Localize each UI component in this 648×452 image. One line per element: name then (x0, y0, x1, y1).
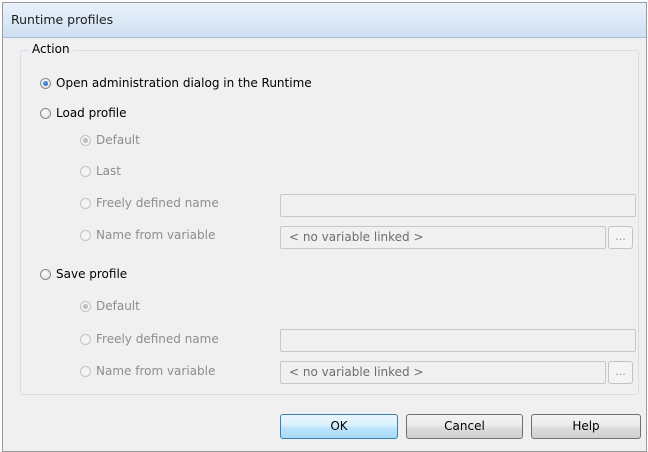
title-bar: Runtime profiles (3, 3, 646, 38)
load-variable-field[interactable]: < no variable linked > (280, 226, 606, 249)
radio-label: Name from variable (96, 364, 216, 378)
radio-selected-icon (40, 77, 51, 89)
load-freely-defined-name-field[interactable] (280, 194, 636, 217)
radio-save-freely-defined[interactable]: Freely defined name (80, 332, 219, 346)
radio-label: Freely defined name (96, 196, 219, 210)
save-freely-defined-name-field[interactable] (280, 329, 636, 352)
cancel-button[interactable]: Cancel (406, 414, 523, 439)
radio-label: Last (96, 164, 121, 178)
radio-load-profile[interactable]: Load profile (40, 106, 127, 120)
radio-load-freely-defined[interactable]: Freely defined name (80, 196, 219, 210)
radio-open-administration[interactable]: Open administration dialog in the Runtim… (40, 76, 312, 90)
window-title: Runtime profiles (11, 12, 114, 27)
radio-label: Freely defined name (96, 332, 219, 346)
radio-icon (80, 333, 91, 345)
radio-icon (80, 365, 91, 377)
radio-icon (80, 229, 91, 241)
help-button[interactable]: Help (531, 414, 641, 439)
radio-icon (40, 268, 51, 280)
load-variable-browse-button[interactable]: ... (608, 226, 633, 249)
radio-save-default[interactable]: Default (80, 299, 140, 313)
radio-label: Load profile (56, 106, 127, 120)
radio-load-from-variable[interactable]: Name from variable (80, 228, 215, 242)
radio-icon (40, 107, 51, 119)
save-variable-field[interactable]: < no variable linked > (280, 361, 606, 384)
ok-button[interactable]: OK (280, 414, 398, 439)
radio-label: Default (96, 133, 140, 147)
radio-icon (80, 165, 91, 177)
radio-icon (80, 197, 91, 209)
radio-label: Default (96, 299, 140, 313)
radio-label: Save profile (56, 267, 128, 281)
radio-load-default[interactable]: Default (80, 133, 140, 147)
radio-load-last[interactable]: Last (80, 164, 121, 178)
radio-label: Open administration dialog in the Runtim… (56, 76, 312, 90)
action-group-label: Action (29, 42, 73, 56)
radio-label: Name from variable (96, 228, 216, 242)
radio-save-from-variable[interactable]: Name from variable (80, 364, 215, 378)
radio-selected-icon (80, 300, 91, 312)
radio-save-profile[interactable]: Save profile (40, 267, 127, 281)
radio-selected-icon (80, 134, 91, 146)
save-variable-browse-button[interactable]: ... (608, 361, 633, 384)
